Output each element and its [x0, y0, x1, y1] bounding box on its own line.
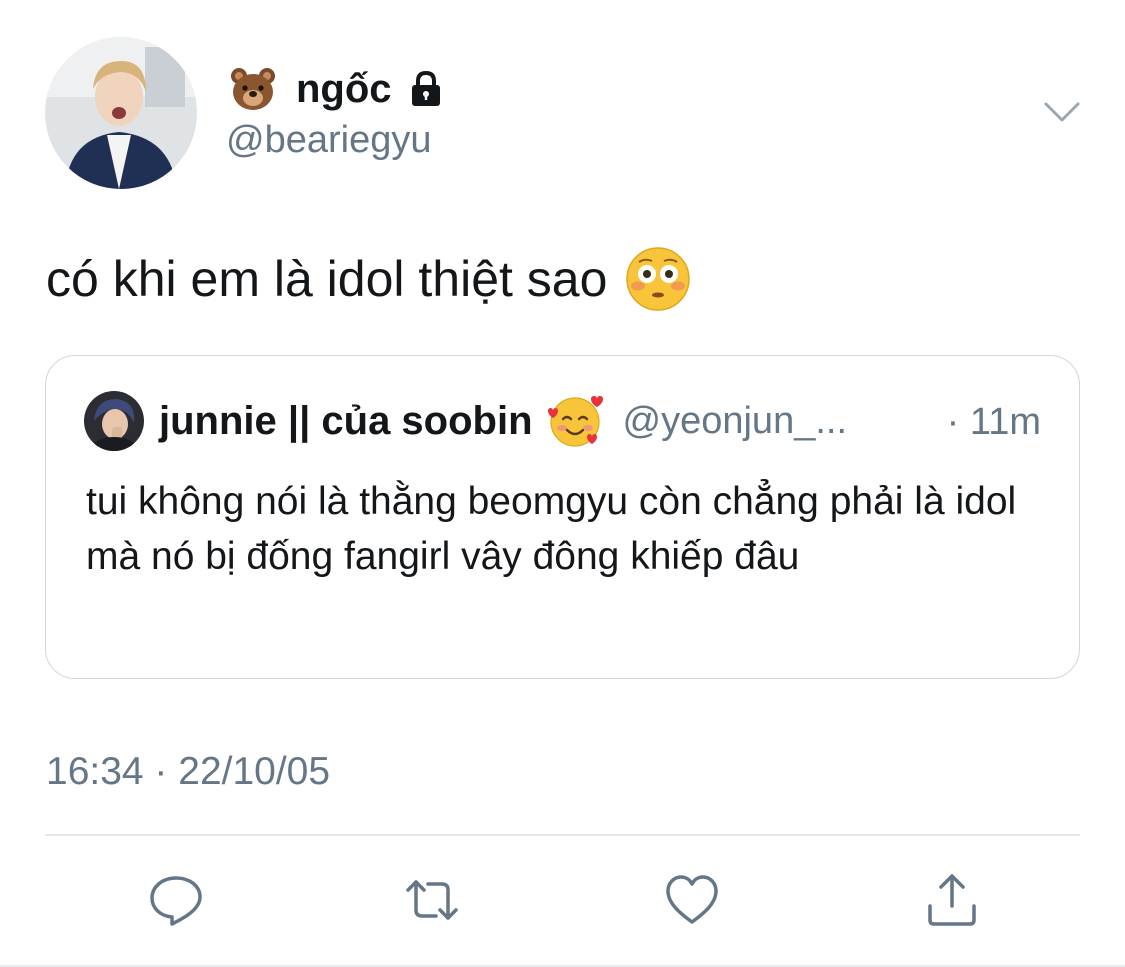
bear-face-icon: [231, 68, 275, 110]
reply-button[interactable]: [146, 870, 206, 930]
author-name-row: ngốc: [228, 62, 446, 116]
flushed-face-icon: [626, 247, 691, 311]
quoted-tweet-card[interactable]: junnie || của soobin @yeonjun_... · 11m …: [45, 355, 1080, 679]
divider: [45, 834, 1080, 836]
share-button[interactable]: [922, 870, 982, 930]
author-display-name[interactable]: ngốc: [296, 69, 392, 109]
like-icon: [666, 875, 718, 924]
retweet-button[interactable]: [402, 870, 462, 930]
quoted-author-avatar[interactable]: [84, 391, 144, 451]
author-handle[interactable]: @beariegyu: [226, 119, 431, 162]
tweet-timestamp[interactable]: 16:34 · 22/10/05: [46, 750, 330, 794]
reply-icon: [150, 876, 202, 926]
lock-icon: [411, 70, 440, 106]
retweet-icon: [406, 880, 458, 920]
share-icon: [928, 874, 976, 926]
quoted-tweet-time[interactable]: · 11m: [947, 401, 1041, 444]
quoted-tweet-text: tui không nói là thằng beomgyu còn chẳng…: [86, 480, 1017, 579]
smiling-face-with-hearts-icon: [547, 396, 603, 447]
tweet-text: có khi em là idol thiệt sao: [46, 246, 691, 312]
quoted-author-name[interactable]: junnie || của soobin: [159, 399, 533, 444]
like-button[interactable]: [662, 870, 722, 930]
quoted-author-handle[interactable]: @yeonjun_...: [623, 400, 848, 443]
chevron-down-icon[interactable]: [1042, 96, 1082, 128]
quoted-tweet-header: junnie || của soobin @yeonjun_...: [84, 391, 847, 451]
tweet-text-content: có khi em là idol thiệt sao: [46, 251, 608, 307]
author-avatar[interactable]: [45, 37, 197, 189]
